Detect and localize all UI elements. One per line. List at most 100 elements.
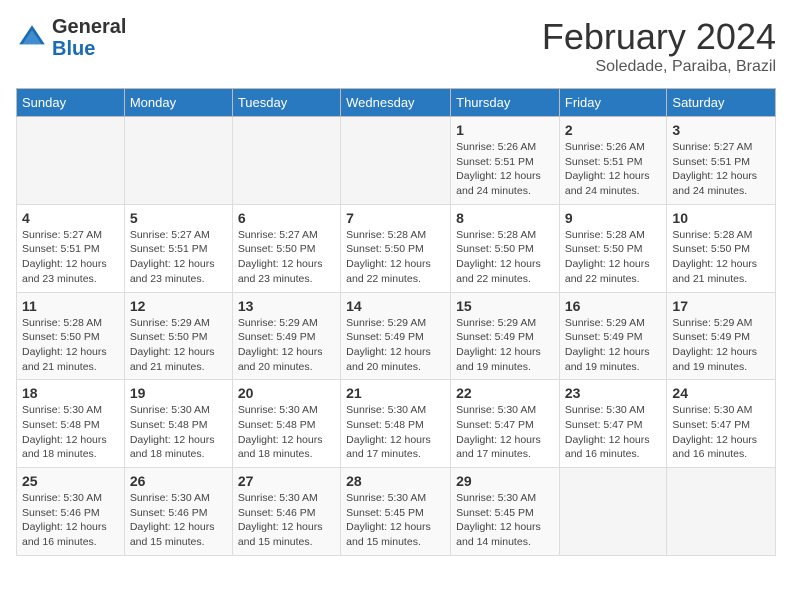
day-number: 28 [346, 473, 445, 489]
day-number: 22 [456, 385, 554, 401]
day-number: 25 [22, 473, 119, 489]
day-info: Sunrise: 5:30 AM Sunset: 5:48 PM Dayligh… [346, 403, 445, 462]
calendar-cell: 9 Sunrise: 5:28 AM Sunset: 5:50 PM Daylig… [559, 204, 667, 292]
calendar-cell: 22 Sunrise: 5:30 AM Sunset: 5:47 PM Dayli… [451, 380, 560, 468]
day-number: 6 [238, 210, 335, 226]
calendar-week-row: 18 Sunrise: 5:30 AM Sunset: 5:48 PM Dayli… [17, 380, 776, 468]
day-number: 15 [456, 298, 554, 314]
calendar-cell: 5 Sunrise: 5:27 AM Sunset: 5:51 PM Daylig… [124, 204, 232, 292]
day-number: 11 [22, 298, 119, 314]
day-number: 8 [456, 210, 554, 226]
day-of-week-header: Tuesday [232, 89, 340, 117]
day-number: 29 [456, 473, 554, 489]
day-info: Sunrise: 5:29 AM Sunset: 5:49 PM Dayligh… [565, 316, 662, 375]
calendar-cell [232, 117, 340, 205]
day-info: Sunrise: 5:29 AM Sunset: 5:49 PM Dayligh… [238, 316, 335, 375]
logo-text: General Blue [52, 16, 126, 60]
day-number: 17 [672, 298, 770, 314]
page-header: General Blue February 2024 Soledade, Par… [16, 16, 776, 76]
calendar-week-row: 4 Sunrise: 5:27 AM Sunset: 5:51 PM Daylig… [17, 204, 776, 292]
calendar-cell: 2Sunrise: 5:26 AM Sunset: 5:51 PM Daylig… [559, 117, 667, 205]
day-number: 21 [346, 385, 445, 401]
day-number: 3 [672, 122, 770, 138]
calendar-cell: 6Sunrise: 5:27 AM Sunset: 5:50 PM Daylig… [232, 204, 340, 292]
calendar-cell: 13 Sunrise: 5:29 AM Sunset: 5:49 PM Dayli… [232, 292, 340, 380]
day-info: Sunrise: 5:30 AM Sunset: 5:48 PM Dayligh… [22, 403, 119, 462]
day-info: Sunrise: 5:30 AM Sunset: 5:48 PM Dayligh… [238, 403, 335, 462]
calendar-cell: 10 Sunrise: 5:28 AM Sunset: 5:50 PM Dayli… [667, 204, 776, 292]
day-number: 12 [130, 298, 227, 314]
day-info: Sunrise: 5:29 AM Sunset: 5:50 PM Dayligh… [130, 316, 227, 375]
day-info: Sunrise: 5:27 AM Sunset: 5:51 PM Dayligh… [130, 228, 227, 287]
day-info: Sunrise: 5:26 AM Sunset: 5:51 PM Dayligh… [565, 140, 662, 199]
day-info: Sunrise: 5:30 AM Sunset: 5:47 PM Dayligh… [456, 403, 554, 462]
calendar-cell: 4 Sunrise: 5:27 AM Sunset: 5:51 PM Daylig… [17, 204, 125, 292]
calendar-cell: 3 Sunrise: 5:27 AM Sunset: 5:51 PM Daylig… [667, 117, 776, 205]
day-number: 18 [22, 385, 119, 401]
day-number: 20 [238, 385, 335, 401]
day-info: Sunrise: 5:27 AM Sunset: 5:51 PM Dayligh… [672, 140, 770, 199]
calendar-cell: 28 Sunrise: 5:30 AM Sunset: 5:45 PM Dayli… [341, 468, 451, 556]
day-number: 10 [672, 210, 770, 226]
logo-general: General [52, 16, 126, 38]
calendar-cell: 23 Sunrise: 5:30 AM Sunset: 5:47 PM Dayli… [559, 380, 667, 468]
calendar-header-row: SundayMondayTuesdayWednesdayThursdayFrid… [17, 89, 776, 117]
day-info: Sunrise: 5:26 AM Sunset: 5:51 PM Dayligh… [456, 140, 554, 199]
title-section: February 2024 Soledade, Paraiba, Brazil [542, 16, 776, 76]
location-text: Soledade, Paraiba, Brazil [542, 58, 776, 76]
calendar-cell [341, 117, 451, 205]
calendar-week-row: 25 Sunrise: 5:30 AM Sunset: 5:46 PM Dayli… [17, 468, 776, 556]
day-number: 27 [238, 473, 335, 489]
day-number: 23 [565, 385, 662, 401]
calendar-cell [17, 117, 125, 205]
day-info: Sunrise: 5:30 AM Sunset: 5:47 PM Dayligh… [565, 403, 662, 462]
calendar-cell: 29 Sunrise: 5:30 AM Sunset: 5:45 PM Dayli… [451, 468, 560, 556]
calendar-table: SundayMondayTuesdayWednesdayThursdayFrid… [16, 88, 776, 556]
calendar-cell: 7Sunrise: 5:28 AM Sunset: 5:50 PM Daylig… [341, 204, 451, 292]
day-number: 1 [456, 122, 554, 138]
day-info: Sunrise: 5:30 AM Sunset: 5:45 PM Dayligh… [346, 491, 445, 550]
day-info: Sunrise: 5:28 AM Sunset: 5:50 PM Dayligh… [22, 316, 119, 375]
logo-icon [16, 22, 48, 54]
day-number: 26 [130, 473, 227, 489]
calendar-cell: 19Sunrise: 5:30 AM Sunset: 5:48 PM Dayli… [124, 380, 232, 468]
calendar-cell: 8Sunrise: 5:28 AM Sunset: 5:50 PM Daylig… [451, 204, 560, 292]
calendar-week-row: 11 Sunrise: 5:28 AM Sunset: 5:50 PM Dayli… [17, 292, 776, 380]
calendar-cell: 12 Sunrise: 5:29 AM Sunset: 5:50 PM Dayli… [124, 292, 232, 380]
day-number: 14 [346, 298, 445, 314]
day-number: 9 [565, 210, 662, 226]
calendar-cell: 1 Sunrise: 5:26 AM Sunset: 5:51 PM Daylig… [451, 117, 560, 205]
calendar-cell: 14 Sunrise: 5:29 AM Sunset: 5:49 PM Dayli… [341, 292, 451, 380]
day-info: Sunrise: 5:30 AM Sunset: 5:46 PM Dayligh… [22, 491, 119, 550]
day-info: Sunrise: 5:29 AM Sunset: 5:49 PM Dayligh… [456, 316, 554, 375]
day-number: 24 [672, 385, 770, 401]
calendar-cell: 25 Sunrise: 5:30 AM Sunset: 5:46 PM Dayli… [17, 468, 125, 556]
day-info: Sunrise: 5:28 AM Sunset: 5:50 PM Dayligh… [565, 228, 662, 287]
calendar-cell: 11 Sunrise: 5:28 AM Sunset: 5:50 PM Dayli… [17, 292, 125, 380]
logo: General Blue [16, 16, 126, 60]
day-info: Sunrise: 5:30 AM Sunset: 5:46 PM Dayligh… [130, 491, 227, 550]
calendar-cell: 20 Sunrise: 5:30 AM Sunset: 5:48 PM Dayli… [232, 380, 340, 468]
day-of-week-header: Wednesday [341, 89, 451, 117]
day-of-week-header: Saturday [667, 89, 776, 117]
day-number: 7 [346, 210, 445, 226]
day-number: 4 [22, 210, 119, 226]
day-number: 5 [130, 210, 227, 226]
calendar-week-row: 1 Sunrise: 5:26 AM Sunset: 5:51 PM Daylig… [17, 117, 776, 205]
day-info: Sunrise: 5:30 AM Sunset: 5:45 PM Dayligh… [456, 491, 554, 550]
calendar-cell [559, 468, 667, 556]
day-info: Sunrise: 5:28 AM Sunset: 5:50 PM Dayligh… [672, 228, 770, 287]
day-number: 13 [238, 298, 335, 314]
day-info: Sunrise: 5:27 AM Sunset: 5:51 PM Dayligh… [22, 228, 119, 287]
day-info: Sunrise: 5:29 AM Sunset: 5:49 PM Dayligh… [346, 316, 445, 375]
calendar-cell [667, 468, 776, 556]
calendar-cell: 21 Sunrise: 5:30 AM Sunset: 5:48 PM Dayli… [341, 380, 451, 468]
calendar-cell: 26 Sunrise: 5:30 AM Sunset: 5:46 PM Dayli… [124, 468, 232, 556]
day-of-week-header: Friday [559, 89, 667, 117]
calendar-cell: 24Sunrise: 5:30 AM Sunset: 5:47 PM Dayli… [667, 380, 776, 468]
calendar-cell [124, 117, 232, 205]
logo-blue: Blue [52, 38, 95, 60]
month-title: February 2024 [542, 16, 776, 58]
day-number: 19 [130, 385, 227, 401]
day-info: Sunrise: 5:29 AM Sunset: 5:49 PM Dayligh… [672, 316, 770, 375]
